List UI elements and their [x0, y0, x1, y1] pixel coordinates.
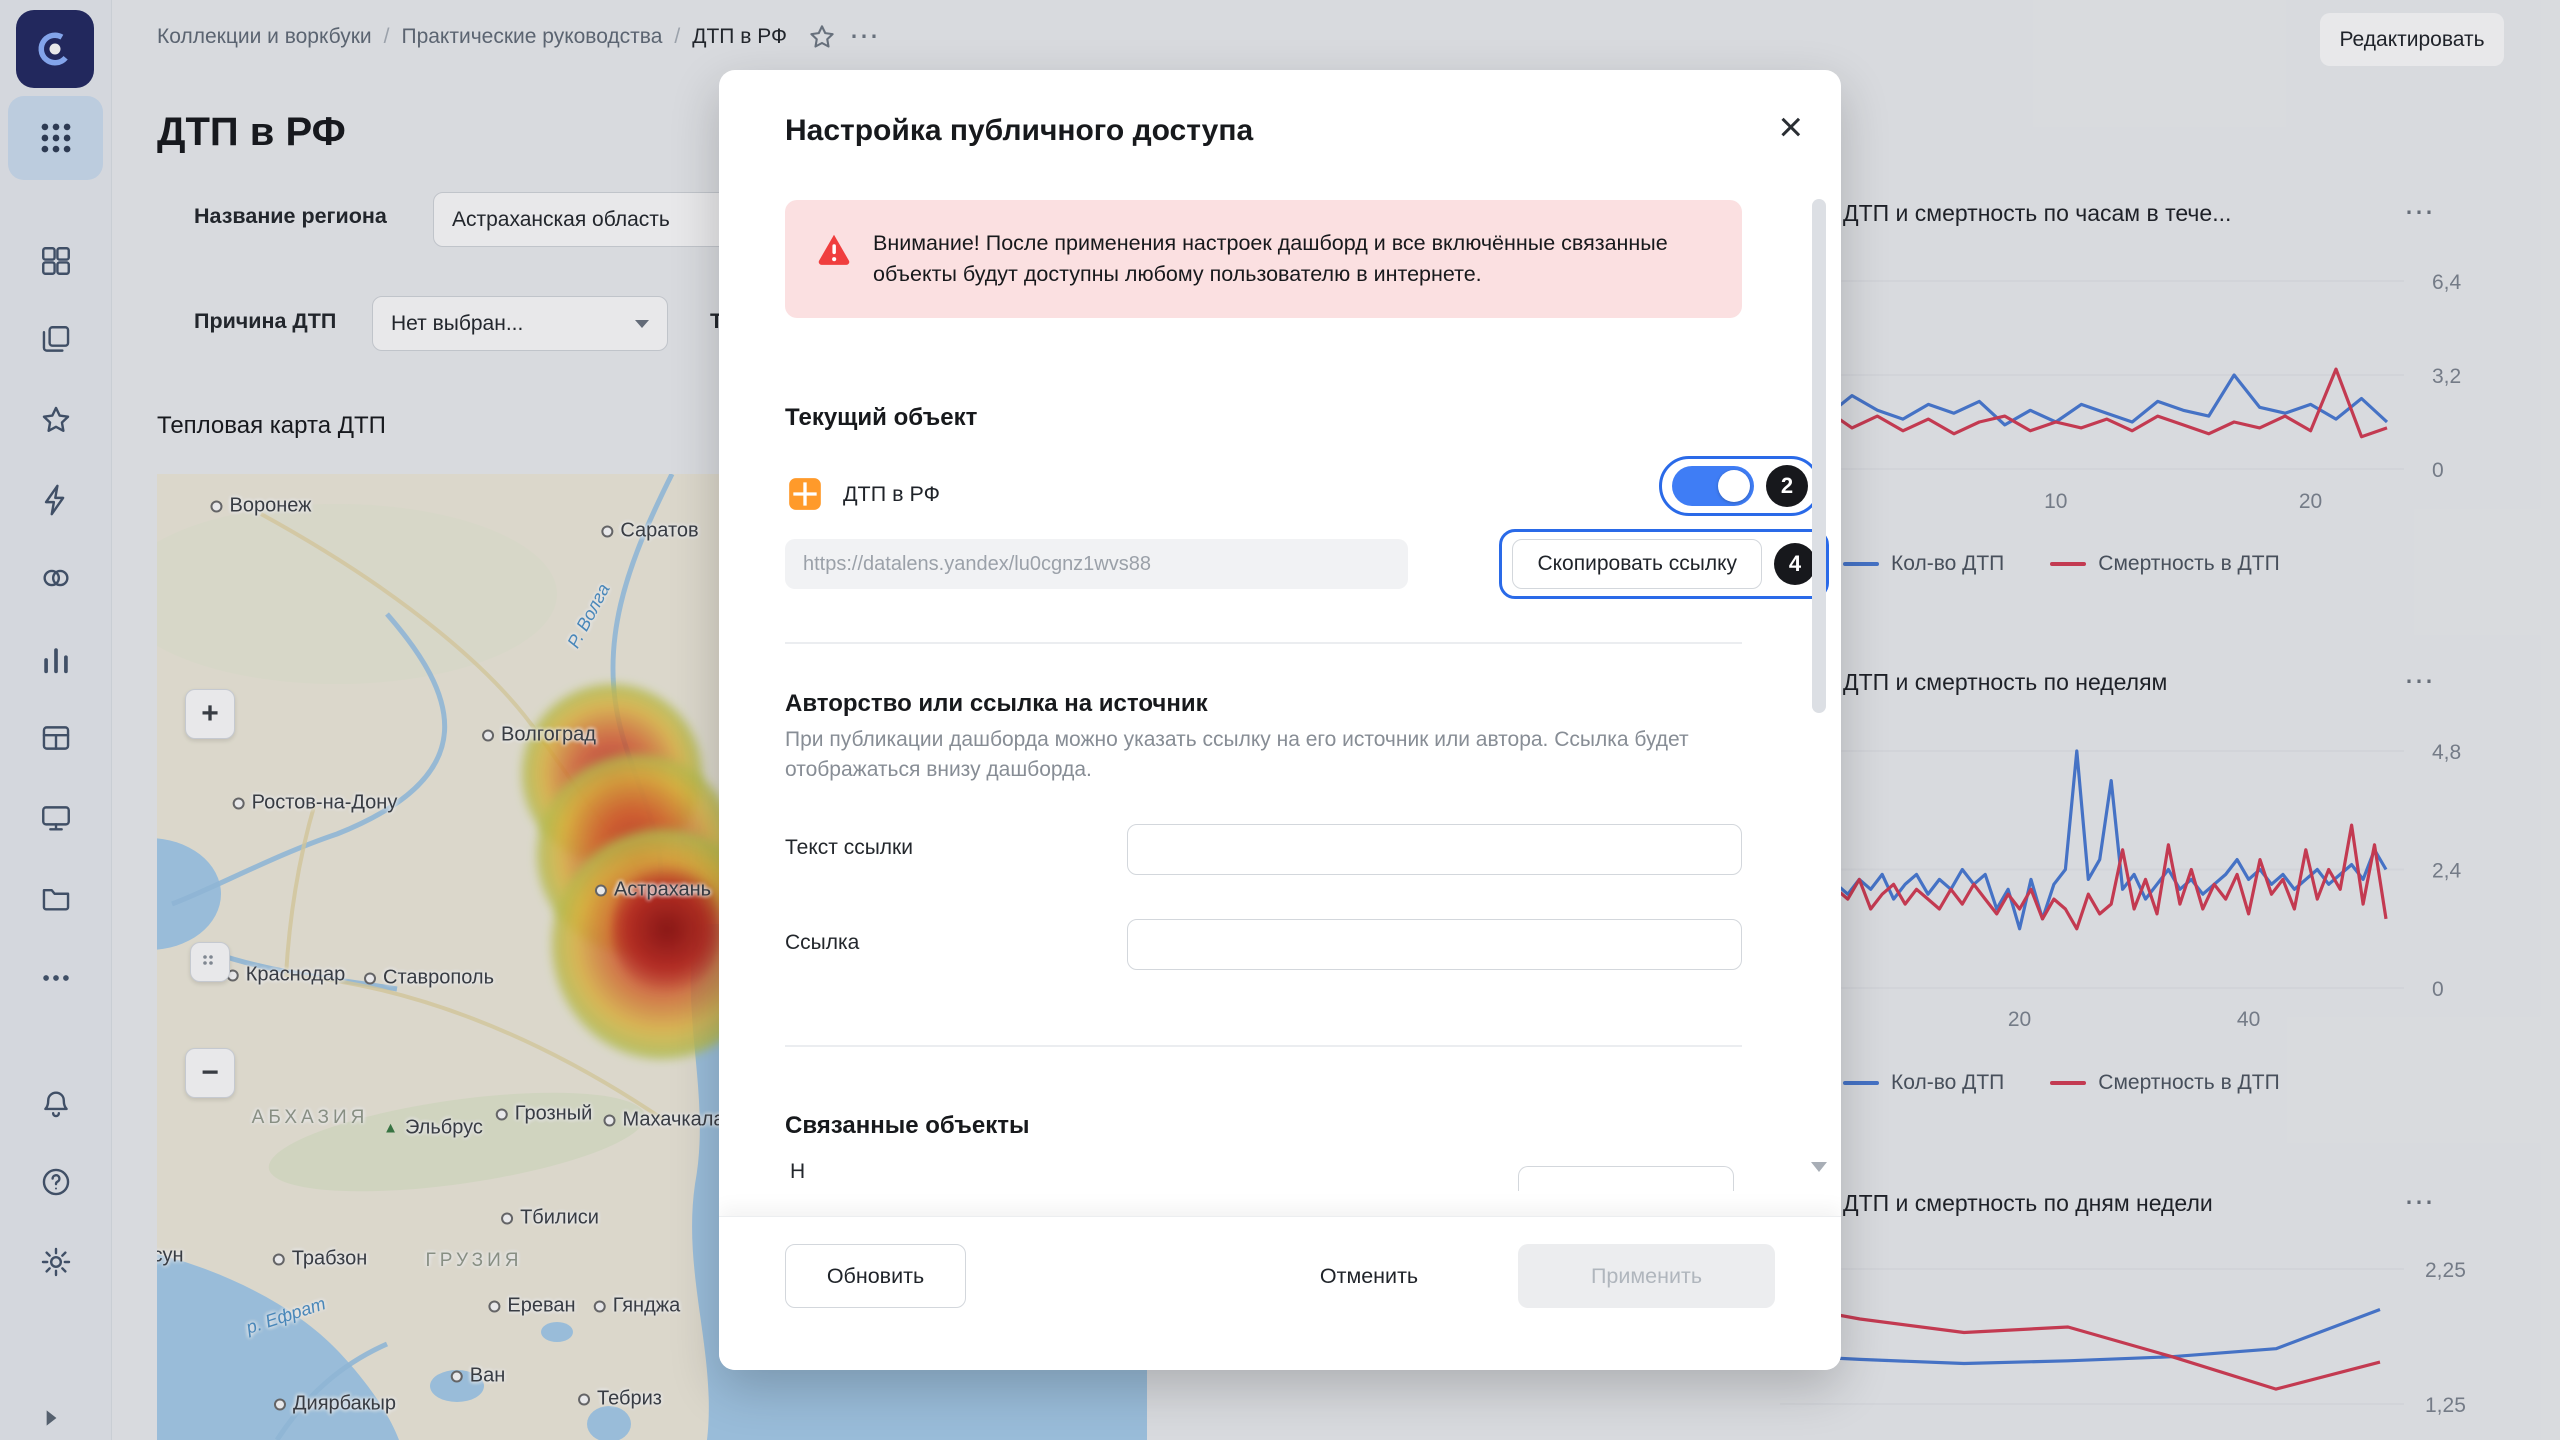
warning-banner: Внимание! После применения настроек дашб…: [785, 200, 1742, 318]
warning-icon: [815, 230, 853, 268]
public-url-input[interactable]: [785, 539, 1408, 589]
toggle-knob: [1718, 470, 1750, 502]
toggle-callout: 2: [1659, 456, 1821, 516]
step-badge-2: 2: [1766, 465, 1808, 507]
modal-scrollbar-thumb[interactable]: [1812, 199, 1826, 713]
link-text-label: Текст ссылки: [785, 836, 913, 860]
warning-text: Внимание! После применения настроек дашб…: [873, 228, 1703, 290]
copy-link-button[interactable]: Скопировать ссылку: [1512, 539, 1762, 589]
datalens-app: Коллекции и воркбуки / Практические руко…: [0, 0, 2560, 1440]
related-scope-select[interactable]: [1518, 1166, 1734, 1191]
link-url-label: Ссылка: [785, 931, 859, 955]
authorship-description: При публикации дашборда можно указать сс…: [785, 725, 1730, 785]
related-partial-text: Н: [790, 1160, 805, 1184]
current-object-heading: Текущий объект: [785, 404, 977, 432]
dashboard-object-icon: [785, 474, 825, 514]
divider: [785, 1045, 1742, 1047]
refresh-button[interactable]: Обновить: [785, 1244, 966, 1308]
step-badge-4: 4: [1774, 543, 1816, 585]
current-object-name: ДТП в РФ: [843, 482, 940, 507]
copy-callout: Скопировать ссылку 4: [1499, 529, 1829, 599]
public-access-toggle[interactable]: [1672, 466, 1754, 506]
public-access-modal: Настройка публичного доступа × Внимание!…: [719, 70, 1841, 1370]
authorship-heading: Авторство или ссылка на источник: [785, 690, 1208, 718]
divider: [785, 642, 1742, 644]
link-text-input[interactable]: [1127, 824, 1742, 875]
modal-footer: Обновить Отменить Применить: [719, 1216, 1841, 1370]
related-objects-heading: Связанные объекты: [785, 1112, 1030, 1140]
modal-title: Настройка публичного доступа: [785, 114, 1253, 148]
link-url-input[interactable]: [1127, 919, 1742, 970]
apply-button[interactable]: Применить: [1518, 1244, 1775, 1308]
cancel-button[interactable]: Отменить: [1279, 1244, 1459, 1308]
close-icon[interactable]: ×: [1778, 106, 1803, 148]
scroll-more-chevron-icon: [1811, 1162, 1827, 1172]
current-object-row: ДТП в РФ: [785, 462, 940, 526]
